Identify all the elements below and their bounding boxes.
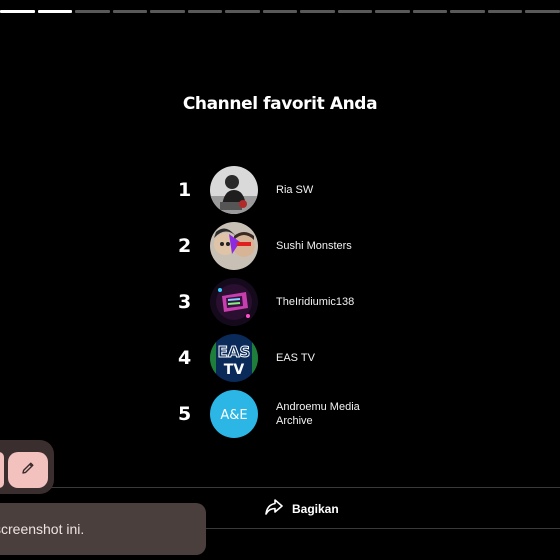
progress-segment — [487, 10, 523, 13]
progress-segment — [225, 10, 260, 13]
neon-logo-avatar — [210, 278, 258, 326]
toolbar-partial-button[interactable] — [0, 452, 4, 488]
eas-tv-logo-avatar: EAS TV — [210, 334, 258, 382]
two-people-photo-avatar — [210, 222, 258, 270]
channel-name: Sushi Monsters — [276, 240, 352, 252]
pencil-icon — [20, 460, 36, 481]
progress-segment — [37, 10, 73, 13]
channel-row[interactable]: 5 A&E Androemu Media Archive — [178, 386, 438, 442]
progress-segment — [112, 10, 148, 13]
progress-segment — [450, 10, 485, 13]
progress-segment — [300, 10, 335, 13]
channel-rank: 5 — [178, 403, 192, 425]
channel-row[interactable]: 4 EAS TV EAS TV — [178, 330, 438, 386]
screenshot-toast: screenshot ini. — [0, 503, 206, 555]
favorite-channel-list: 1 Ria SW 2 Sushi Monsters 3 TheIridiumic… — [178, 162, 438, 442]
progress-segment — [187, 10, 223, 13]
share-button[interactable]: Bagikan — [264, 498, 339, 519]
share-label: Bagikan — [292, 501, 339, 516]
story-screen: Channel favorit Anda 1 Ria SW 2 Sushi Mo… — [0, 0, 560, 560]
channel-name: EAS TV — [276, 352, 315, 364]
channel-row[interactable]: 3 TheIridiumic138 — [178, 274, 438, 330]
svg-text:TV: TV — [224, 362, 245, 378]
person-photo-avatar — [210, 166, 258, 214]
toast-text: screenshot ini. — [0, 521, 85, 537]
channel-name: TheIridiumic138 — [276, 296, 355, 308]
progress-segment — [525, 10, 560, 13]
progress-segment — [337, 10, 373, 13]
svg-text:A&E: A&E — [220, 408, 247, 423]
svg-text:EAS: EAS — [218, 343, 251, 361]
channel-name: Ria SW — [276, 184, 314, 196]
channel-rank: 1 — [178, 179, 192, 201]
channel-row[interactable]: 1 Ria SW — [178, 162, 438, 218]
story-progress-bar — [0, 10, 560, 13]
channel-rank: 3 — [178, 291, 192, 313]
share-arrow-icon — [264, 498, 284, 519]
channel-rank: 2 — [178, 235, 192, 257]
channel-rank: 4 — [178, 347, 192, 369]
ae-logo-avatar: A&E — [210, 390, 258, 438]
progress-segment — [150, 10, 185, 13]
progress-segment — [375, 10, 410, 13]
channel-row[interactable]: 2 Sushi Monsters — [178, 218, 438, 274]
edit-screenshot-button[interactable] — [8, 452, 48, 488]
progress-segment — [75, 10, 110, 13]
progress-segment — [0, 10, 35, 13]
page-title: Channel favorit Anda — [182, 94, 378, 114]
channel-name: Androemu Media Archive — [276, 401, 360, 427]
progress-segment — [412, 10, 448, 13]
progress-segment — [262, 10, 298, 13]
